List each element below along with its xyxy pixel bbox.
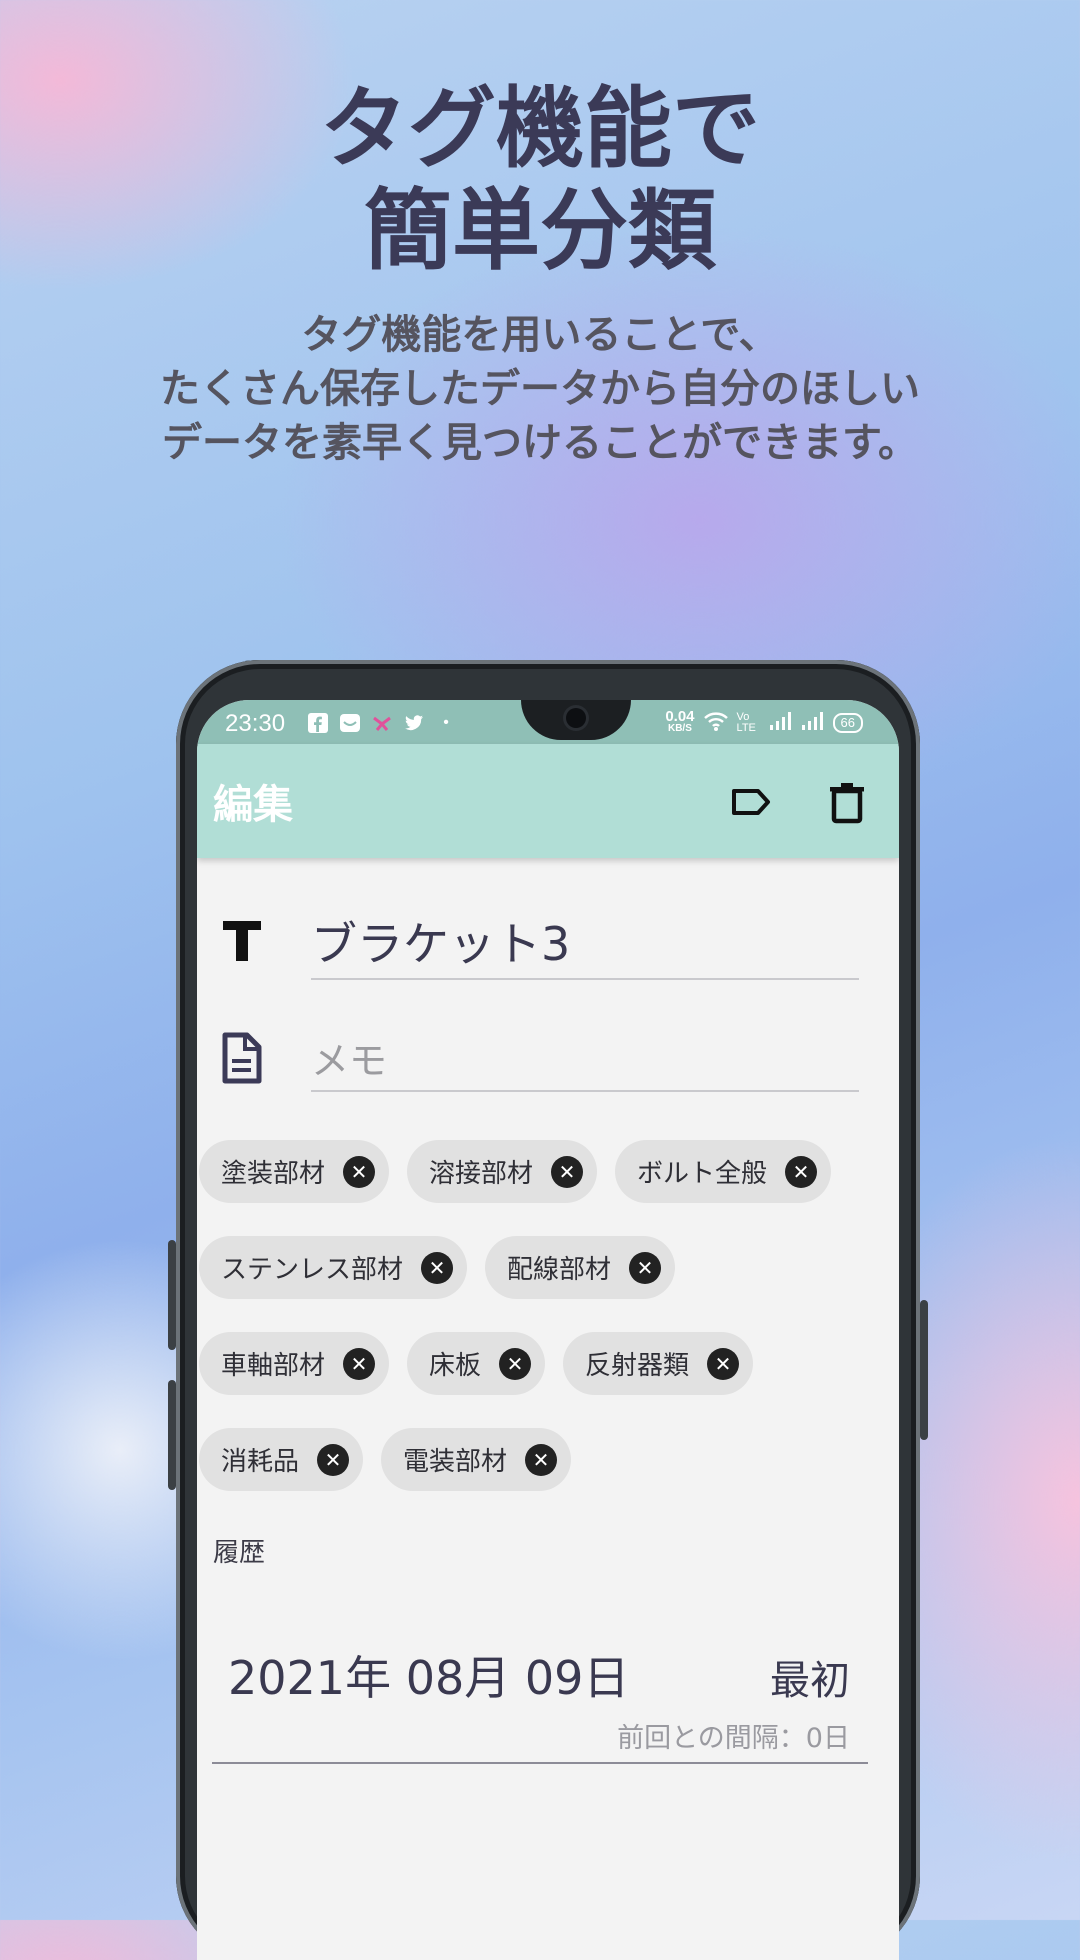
page-title: 編集 [213,782,293,828]
wifi-icon [703,710,729,735]
notification-icons: • [307,712,457,734]
promo-headline: タグ機能で 簡単分類 [0,78,1080,282]
remove-tag-icon[interactable]: ✕ [785,1155,818,1188]
remove-tag-icon[interactable]: ✕ [499,1347,532,1380]
headline-line-2: 簡単分類 [363,179,716,282]
battery-level: 66 [840,714,855,730]
history-interval: 前回との間隔：0日 [617,1723,850,1754]
subtitle-line-1: タグ機能を用いることで、 [301,312,779,358]
tag-chip-label: 車軸部材 [221,1351,326,1381]
remove-tag-icon[interactable]: ✕ [707,1347,740,1380]
tag-chip[interactable]: ボルト全般 ✕ [615,1140,832,1203]
signal-icon [801,711,825,734]
mail-icon [339,712,361,734]
tag-chip[interactable]: 塗装部材 ✕ [199,1140,390,1203]
remove-tag-icon[interactable]: ✕ [421,1251,454,1284]
tag-chip[interactable]: 車軸部材 ✕ [199,1332,390,1395]
tag-chip[interactable]: 床板 ✕ [407,1332,546,1395]
tag-chip[interactable]: ステンレス部材 ✕ [199,1236,468,1299]
subtitle-line-2: たくさん保存したデータから自分のほしい [160,366,920,412]
dot-icon: • [443,714,449,731]
tag-chip-label: 電装部材 [403,1447,508,1477]
status-time: 23:30 [225,710,286,737]
memo-placeholder: メモ [311,1039,388,1083]
remove-tag-icon[interactable]: ✕ [343,1155,376,1188]
title-field[interactable]: ブラケット3 [311,908,859,980]
trash-icon[interactable] [823,778,871,826]
history-divider [212,1762,868,1764]
remove-tag-icon[interactable]: ✕ [343,1347,376,1380]
phone-side-button [168,1240,176,1350]
memo-field[interactable]: メモ [311,1030,859,1092]
memo-icon [221,1032,263,1088]
camera-notch [521,700,631,740]
tag-chip-label: 塗装部材 [221,1159,326,1189]
battery-icon: 66 [832,712,863,733]
headline-line-1: タグ機能で [319,77,760,180]
net-speed-value: 0.04 [665,707,695,725]
tag-chip[interactable]: 配線部材 ✕ [485,1236,676,1299]
remove-tag-icon[interactable]: ✕ [317,1443,350,1476]
net-speed: 0.04 KB/S [665,707,695,735]
phone-side-button [920,1300,928,1440]
phone-side-button [168,1380,176,1490]
tag-chip-label: ボルト全般 [637,1159,768,1189]
facebook-icon [307,712,329,734]
tag-chip-label: 消耗品 [221,1447,300,1477]
history-date: 2021年 08月 09日 [228,1651,630,1705]
tag-chip[interactable]: 溶接部材 ✕ [407,1140,598,1203]
app-bar: 編集 [197,744,899,858]
front-camera [566,708,586,728]
tag-chip-list: 塗装部材 ✕ 溶接部材 ✕ ボルト全般 ✕ ステンレス部材 ✕ 配線部材 ✕ 車軸部材 ✕ … [199,1140,899,1524]
title-field-value: ブラケット3 [311,917,571,971]
tag-chip[interactable]: 消耗品 ✕ [199,1428,364,1491]
subtitle-line-3: データを素早く見つけることができます。 [162,420,918,466]
twitter-icon [403,712,425,734]
tag-chip-label: 床板 [429,1351,482,1381]
chip-row: ステンレス部材 ✕ 配線部材 ✕ [199,1236,899,1299]
tag-chip-label: 反射器類 [585,1351,690,1381]
tag-chip[interactable]: 反射器類 ✕ [563,1332,754,1395]
history-label: 履歴 [213,1538,266,1568]
promo-subtitle: タグ機能を用いることで、 たくさん保存したデータから自分のほしい データを素早く… [0,308,1080,470]
status-right-icons: 0.04 KB/S Vo LTE 66 [665,707,863,735]
net-speed-unit: KB/S [667,722,692,734]
signal-icon [769,711,793,734]
remove-tag-icon[interactable]: ✕ [525,1443,558,1476]
remove-tag-icon[interactable]: ✕ [551,1155,584,1188]
chip-row: 塗装部材 ✕ 溶接部材 ✕ ボルト全般 ✕ [199,1140,899,1203]
remove-tag-icon[interactable]: ✕ [629,1251,662,1284]
volte-icon: Vo LTE [736,710,756,734]
history-first-badge: 最初 [770,1658,850,1704]
chip-row: 車軸部材 ✕ 床板 ✕ 反射器類 ✕ [199,1332,899,1395]
app-icon [371,712,393,734]
tag-icon[interactable] [727,778,775,826]
chip-row: 消耗品 ✕ 電装部材 ✕ [199,1428,899,1491]
title-icon [221,918,263,968]
tag-chip-label: ステンレス部材 [221,1255,404,1285]
tag-chip-label: 溶接部材 [429,1159,534,1189]
tag-chip[interactable]: 電装部材 ✕ [381,1428,572,1491]
status-bar: 23:30 • 0.04 KB/S Vo LTE 66 [197,700,899,744]
tag-chip-label: 配線部材 [507,1255,612,1285]
